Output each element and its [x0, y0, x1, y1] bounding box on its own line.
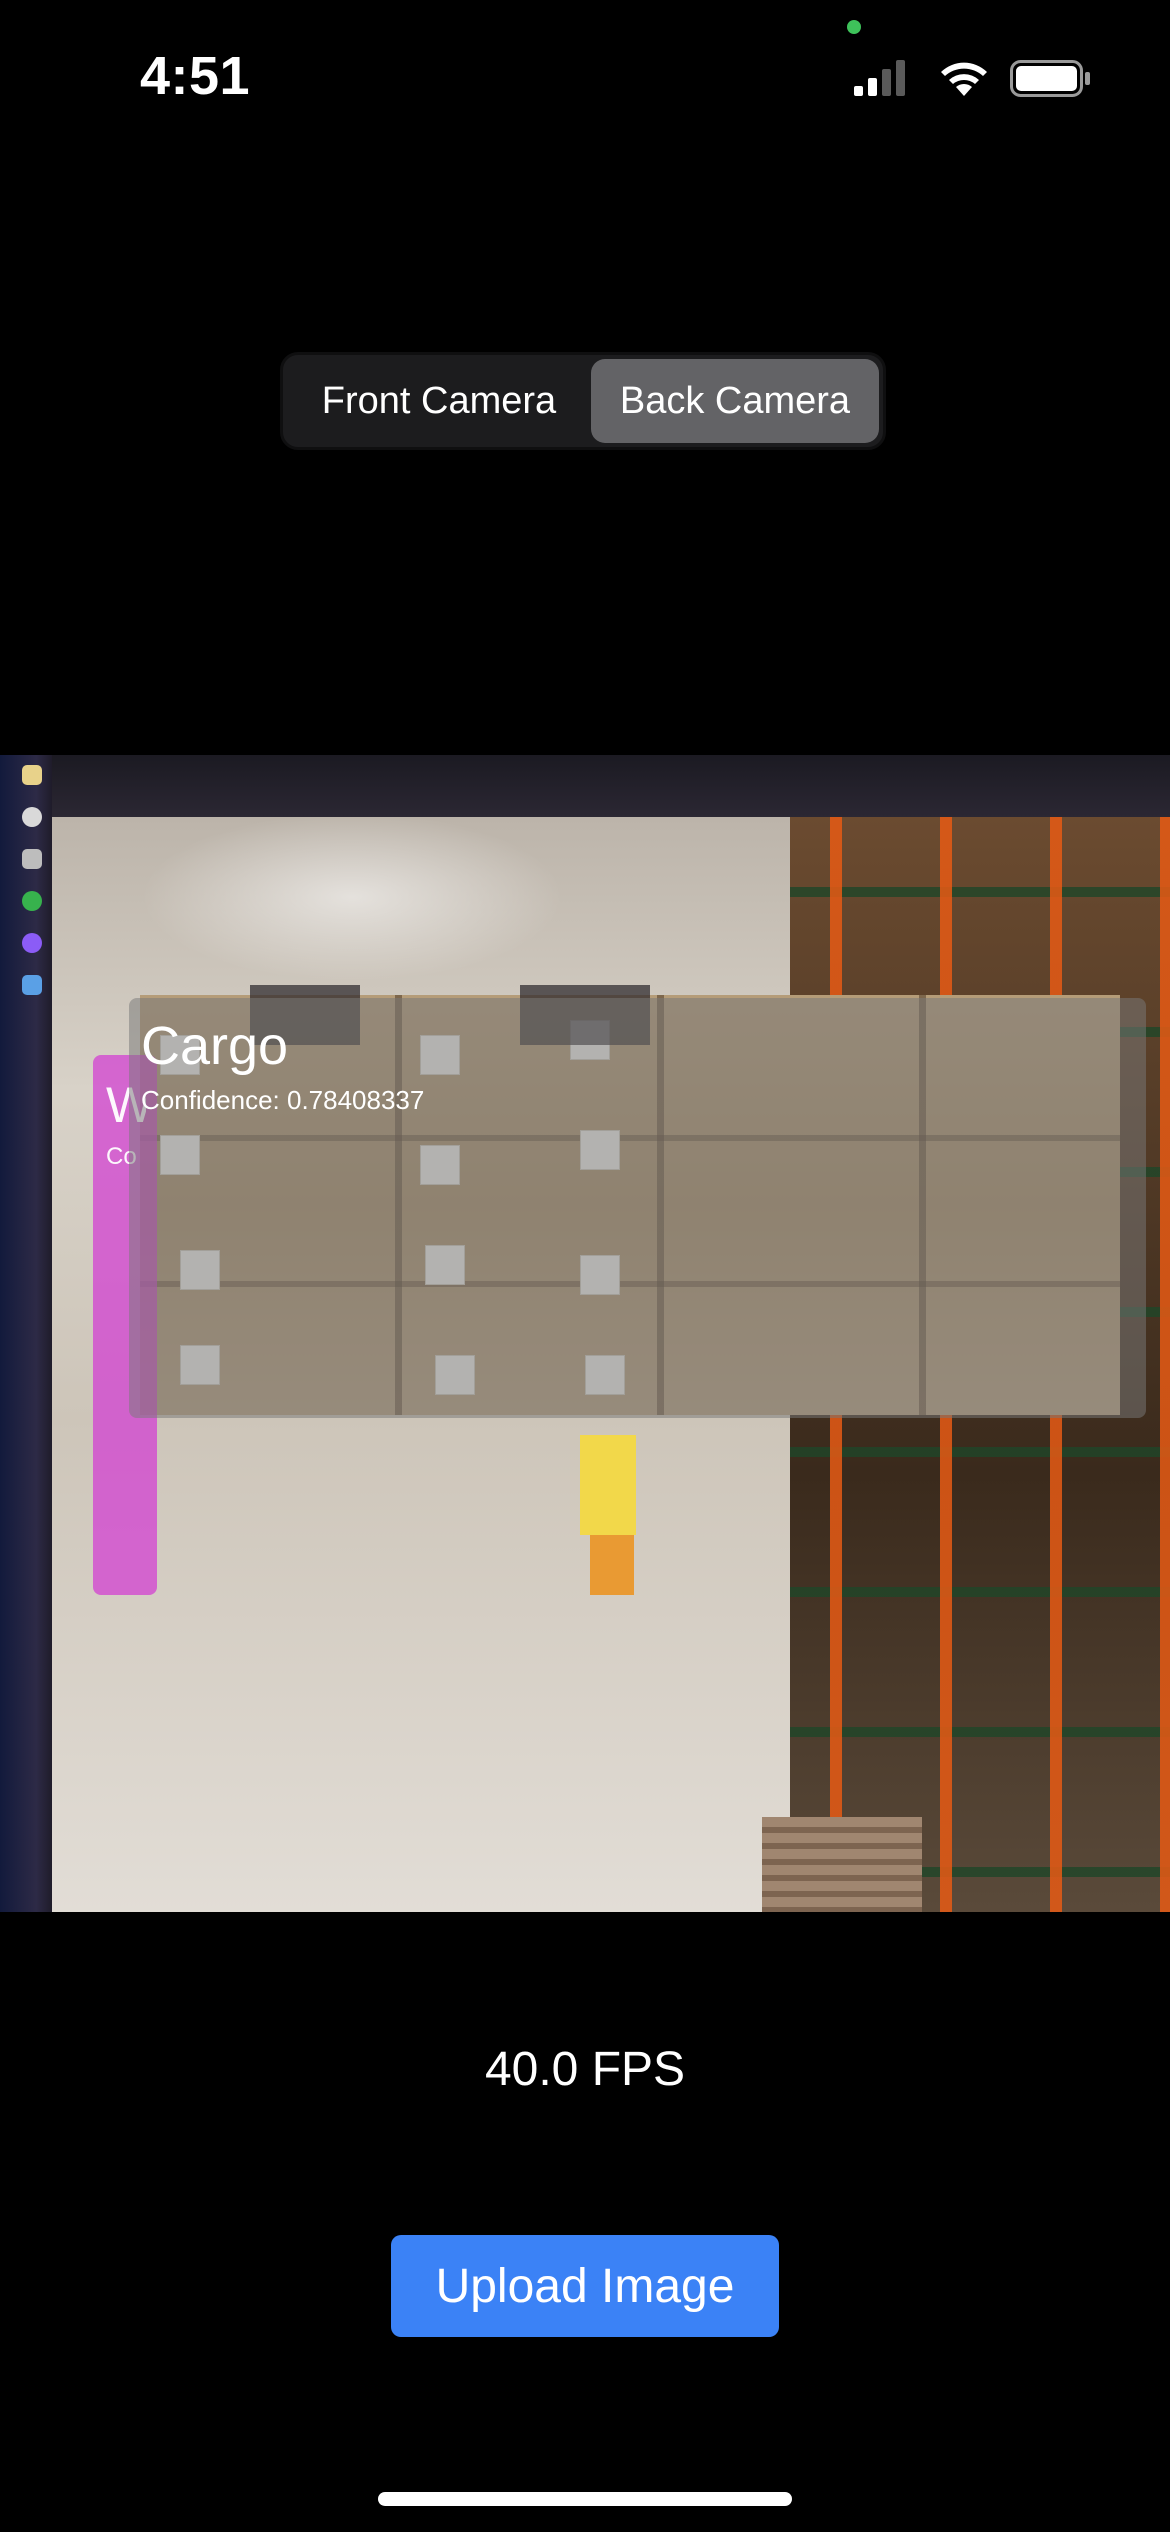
- dock-app-icon: [22, 765, 42, 785]
- camera-preview: W Co Cargo Confidence: 0.78408337: [0, 755, 1170, 1912]
- wifi-icon: [941, 62, 987, 96]
- back-camera-segment[interactable]: Back Camera: [590, 359, 879, 443]
- front-camera-segment[interactable]: Front Camera: [287, 359, 591, 443]
- home-indicator[interactable]: [378, 2492, 792, 2506]
- upload-image-button[interactable]: Upload Image: [391, 2235, 779, 2337]
- detection-label-cargo: Cargo: [141, 1016, 289, 1076]
- orange-sticker: [590, 1535, 634, 1595]
- cellular-signal-icon: [854, 60, 905, 96]
- privacy-indicator-dot: [847, 20, 861, 34]
- status-icons: [852, 56, 1092, 100]
- detection-confidence-cargo: Confidence: 0.78408337: [141, 1085, 425, 1115]
- fps-counter: 40.0 FPS: [484, 2043, 686, 2096]
- floor-stack: [762, 1817, 922, 1912]
- battery-icon: [1010, 60, 1090, 97]
- monitor-bezel: [0, 755, 1170, 817]
- dock-app-icon: [22, 807, 42, 827]
- dock-app-icon: [22, 849, 42, 869]
- camera-selector[interactable]: Front Camera Back Camera: [280, 352, 886, 450]
- yellow-sticker: [580, 1435, 636, 1535]
- dock-app-icon: [22, 891, 42, 911]
- dock-app-icon: [22, 975, 42, 995]
- status-time: 4:51: [140, 46, 251, 106]
- dock-app-icon: [22, 933, 42, 953]
- monitor-dock: [0, 755, 52, 1912]
